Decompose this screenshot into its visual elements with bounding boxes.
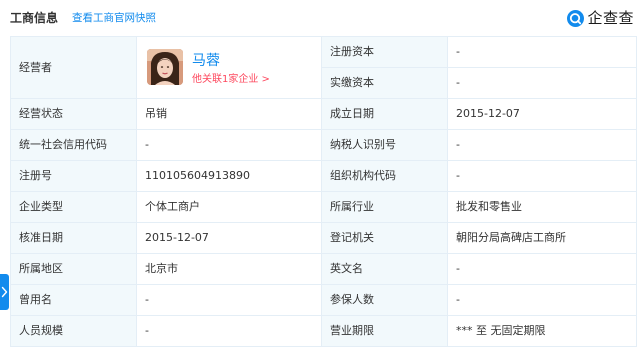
paid-capital-value: -: [447, 67, 637, 99]
table-row: 人员规模 - 营业期限 *** 至 无固定期限: [10, 315, 637, 347]
brand-logo[interactable]: 企查查: [567, 7, 634, 29]
row-value: 北京市: [136, 253, 322, 285]
official-snapshot-link[interactable]: 查看工商官网快照: [72, 11, 156, 26]
table-row: 所属地区 北京市 英文名 -: [10, 253, 637, 285]
paid-capital-label: 实缴资本: [321, 67, 448, 99]
row-key: 营业期限: [321, 315, 448, 347]
row-value: -: [136, 315, 322, 347]
row-key: 所属行业: [321, 191, 448, 223]
registered-capital-value: -: [447, 36, 637, 68]
section-title: 工商信息: [10, 11, 59, 25]
row-value: 个体工商户: [136, 191, 322, 223]
row-key: 曾用名: [10, 284, 137, 316]
row-key: 所属地区: [10, 253, 137, 285]
row-value: 吊销: [136, 98, 322, 130]
business-info-table: 经营者 马蓉 他关联1家企业 > 注册资本 - 实缴资本 - 经营状态 吊销 成…: [10, 36, 637, 347]
row-key: 组织机构代码: [321, 160, 448, 192]
registered-capital-label: 注册资本: [321, 36, 448, 68]
table-row: 曾用名 - 参保人数 -: [10, 284, 637, 316]
row-value: *** 至 无固定期限: [447, 315, 637, 347]
row-key: 参保人数: [321, 284, 448, 316]
row-value: -: [136, 129, 322, 161]
chevron-right-icon: [1, 286, 8, 298]
row-key: 成立日期: [321, 98, 448, 130]
row-key: 英文名: [321, 253, 448, 285]
row-value: -: [447, 253, 637, 285]
row-value: 批发和零售业: [447, 191, 637, 223]
row-key: 企业类型: [10, 191, 137, 223]
row-key: 注册号: [10, 160, 137, 192]
associated-companies-link[interactable]: 他关联1家企业 >: [192, 73, 270, 86]
row-value: -: [447, 129, 637, 161]
operator-label: 经营者: [10, 36, 137, 99]
row-key: 经营状态: [10, 98, 137, 130]
row-value: 2015-12-07: [136, 222, 322, 254]
table-row: 注册号 110105604913890 组织机构代码 -: [10, 160, 637, 192]
row-value: 朝阳分局高碑店工商所: [447, 222, 637, 254]
table-row: 统一社会信用代码 - 纳税人识别号 -: [10, 129, 637, 161]
table-row: 经营状态 吊销 成立日期 2015-12-07: [10, 98, 637, 130]
row-key: 人员规模: [10, 315, 137, 347]
table-row: 核准日期 2015-12-07 登记机关 朝阳分局高碑店工商所: [10, 222, 637, 254]
row-value: 2015-12-07: [447, 98, 637, 130]
row-value: 110105604913890: [136, 160, 322, 192]
row-value: -: [136, 284, 322, 316]
side-expand-tab[interactable]: [0, 274, 9, 310]
operator-avatar[interactable]: [147, 49, 183, 85]
operator-name-link[interactable]: 马蓉: [192, 52, 220, 70]
row-value: -: [447, 284, 637, 316]
row-value: -: [447, 160, 637, 192]
brand-name: 企查查: [587, 9, 634, 27]
row-key: 登记机关: [321, 222, 448, 254]
row-key: 统一社会信用代码: [10, 129, 137, 161]
qcc-logo-icon: [567, 9, 585, 27]
operator-cell: 马蓉 他关联1家企业 >: [136, 36, 322, 99]
table-row-operator: 经营者 马蓉 他关联1家企业 > 注册资本 -: [10, 36, 637, 99]
row-key: 纳税人识别号: [321, 129, 448, 161]
section-header: 工商信息 查看工商官网快照 企查查: [0, 0, 640, 36]
table-row: 企业类型 个体工商户 所属行业 批发和零售业: [10, 191, 637, 223]
row-key: 核准日期: [10, 222, 137, 254]
